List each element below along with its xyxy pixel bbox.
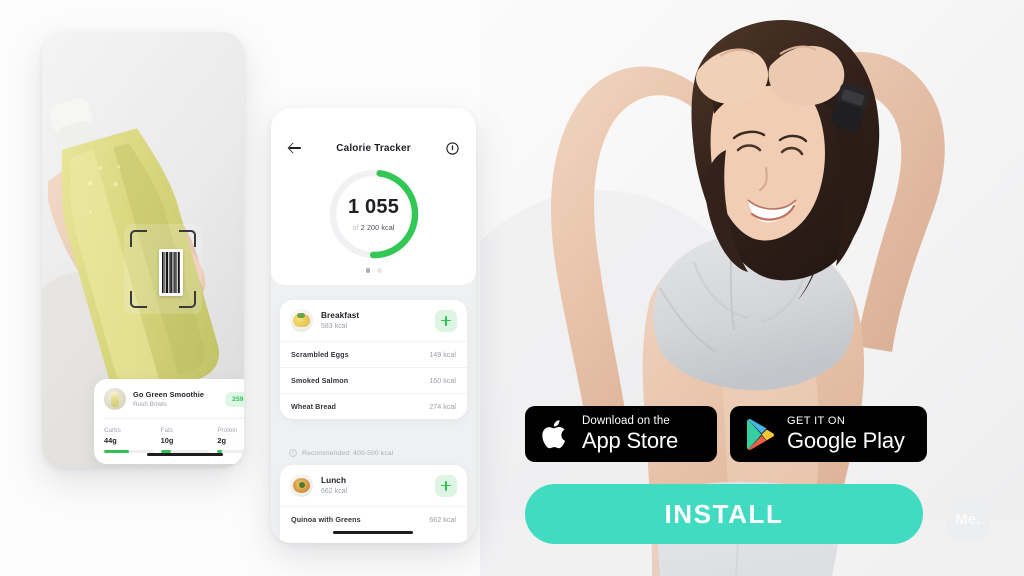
macro-protein: Protein 2g [217, 427, 244, 453]
food-row[interactable]: Wheat Bread 274 kcal [280, 393, 467, 419]
apple-logo-icon [541, 416, 571, 452]
macro-label: Protein [217, 427, 238, 434]
food-row[interactable]: Scrambled Eggs 149 kcal [280, 341, 467, 367]
food-kcal: 274 kcal [429, 402, 456, 411]
meal-kcal: 662 kcal [321, 488, 348, 495]
macro-fats: Fats 10g [160, 427, 210, 453]
meal-name: Breakfast [321, 311, 360, 320]
meal-name: Lunch [321, 476, 347, 485]
meal-card-breakfast[interactable]: Breakfast 583 kcal Scrambled Eggs 149 kc… [280, 300, 467, 419]
quinoa-bowl-thumbnail [290, 474, 313, 497]
food-name: Quinoa with Greens [291, 515, 361, 524]
home-indicator [333, 530, 413, 534]
home-indicator [147, 452, 223, 456]
app-store-small-label: Download on the [582, 414, 670, 427]
store-badges: Download on the App Store GET IT ON Goog… [525, 406, 927, 462]
recommended-note: Recommended: 400-500 kcal [289, 449, 393, 457]
food-kcal: 149 kcal [429, 350, 456, 359]
macro-fill [104, 450, 130, 453]
add-food-button[interactable] [435, 309, 457, 332]
page-dots[interactable] [271, 268, 476, 273]
food-name: Smoked Salmon [291, 376, 349, 385]
food-row[interactable]: Smoked Salmon 160 kcal [280, 367, 467, 393]
macro-value: 2g [217, 436, 226, 445]
recommended-text: Recommended: 400-500 kcal [302, 449, 394, 457]
google-play-icon [746, 418, 776, 451]
goal-value: 2 200 kcal [360, 222, 395, 232]
food-kcal: 160 kcal [429, 376, 456, 385]
google-play-big-label: Google Play [787, 428, 905, 453]
brand-logo: Me. [947, 498, 989, 540]
app-store-badge[interactable]: Download on the App Store [525, 406, 717, 462]
calories-consumed: 1 055 [347, 195, 400, 218]
food-row[interactable]: Quinoa with Greens 662 kcal [280, 506, 467, 532]
page-dot[interactable] [377, 268, 382, 273]
meal-kcal: 583 kcal [321, 323, 348, 330]
food-name: Wheat Bread [291, 402, 337, 411]
macro-carbs: Carbs 44g [104, 427, 153, 453]
product-thumbnail [104, 388, 126, 410]
product-calorie-badge: 259 kcal [225, 391, 244, 407]
meal-header: Lunch 662 kcal [280, 465, 467, 506]
calorie-ring: 1 055 of 2 200 kcal [271, 166, 476, 262]
macro-value: 44g [104, 436, 117, 445]
macro-label: Fats [160, 427, 173, 434]
promo-banner: Go Green Smoothie Rush Bowls 259 kcal Ca… [0, 0, 1024, 576]
add-food-button[interactable] [435, 474, 457, 497]
app-header: Calorie Tracker [271, 108, 476, 160]
google-play-small-label: GET IT ON [787, 415, 846, 427]
food-kcal: 662 kcal [429, 515, 456, 524]
product-brand: Rush Bowls [133, 401, 167, 408]
barcode-label [159, 249, 183, 296]
food-name: Scrambled Eggs [291, 350, 349, 359]
macro-label: Carbs [104, 427, 121, 434]
calorie-goal: of 2 200 kcal [352, 223, 394, 232]
info-icon[interactable] [444, 140, 460, 156]
back-arrow-icon[interactable] [287, 140, 303, 156]
info-small-icon [289, 449, 297, 457]
meal-header: Breakfast 583 kcal [280, 300, 467, 341]
macro-value: 10g [160, 436, 174, 445]
google-play-badge[interactable]: GET IT ON Google Play [730, 406, 927, 462]
scrambled-eggs-thumbnail [290, 309, 313, 332]
page-title: Calorie Tracker [336, 142, 411, 154]
install-button[interactable]: INSTALL [525, 484, 923, 544]
goal-prefix: of [352, 222, 359, 232]
tracker-phone: Calorie Tracker 1 055 of 2 200 kcal Brea… [271, 108, 476, 543]
macro-list: Carbs 44g Fats 10g Protein 2g [94, 419, 244, 464]
product-title: Go Green Smoothie [133, 390, 205, 399]
app-store-big-label: App Store [582, 428, 679, 454]
page-dot-active[interactable] [365, 268, 370, 273]
summary-card: Calorie Tracker 1 055 of 2 200 kcal [271, 108, 476, 285]
macro-track [104, 450, 153, 453]
scanned-product-card[interactable]: Go Green Smoothie Rush Bowls 259 kcal Ca… [94, 379, 244, 464]
scanner-phone: Go Green Smoothie Rush Bowls 259 kcal Ca… [42, 32, 244, 468]
